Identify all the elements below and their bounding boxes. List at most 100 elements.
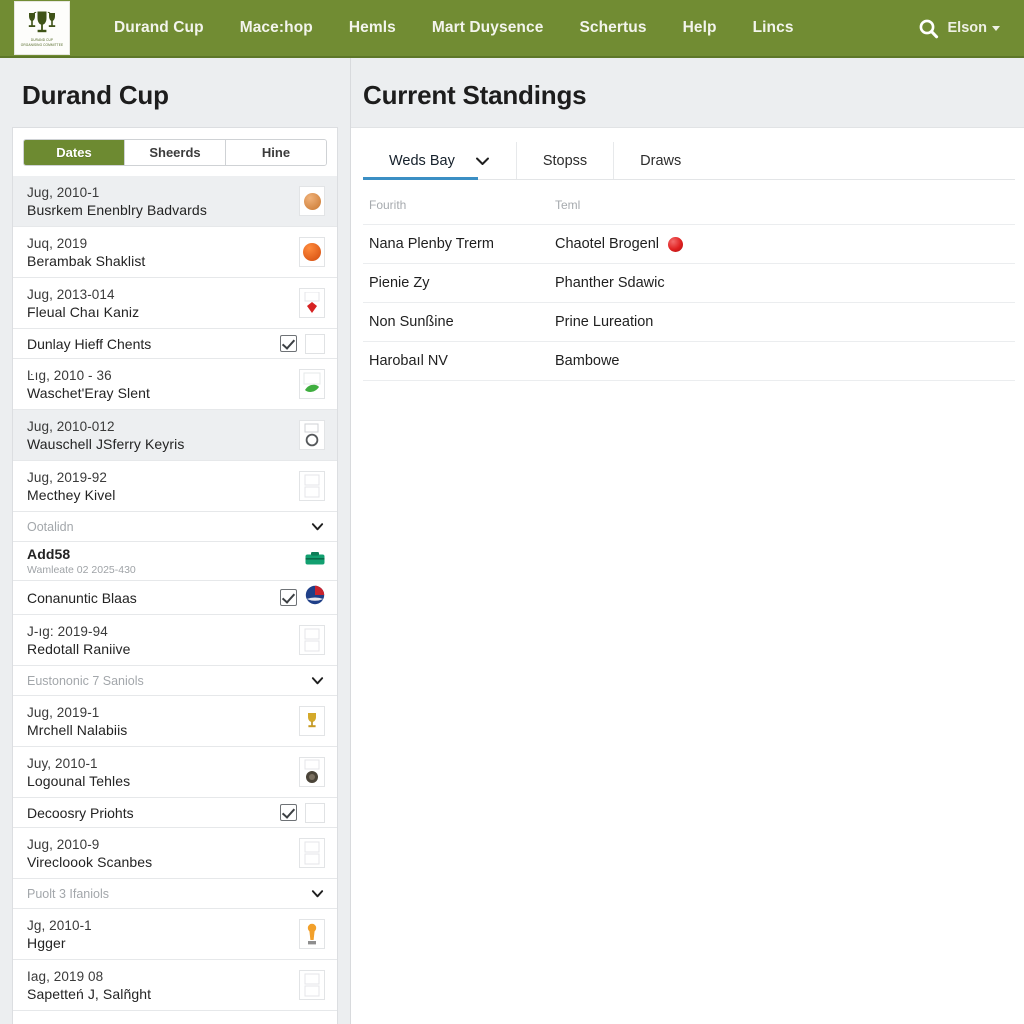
left-panel: Durand Cup Dates Sheerds Hine Jug, 2010-…: [0, 58, 351, 1024]
list-item-name: Wauschell JSferry Keyris: [27, 435, 185, 452]
list-item-name: Virecloook Scanbes: [27, 853, 153, 870]
list-item-name: Busrkem Enenblry Badvards: [27, 201, 207, 218]
list-item-name: Logounal Tehles: [27, 772, 131, 789]
nav-link-help[interactable]: Help: [665, 11, 735, 45]
cell-team-right-label: Chaotel Brogenl: [555, 236, 659, 252]
cell-team-right: Prine Lureation: [549, 302, 1015, 342]
list-item[interactable]: Jug, 2010-012 Wauschell JSferry Keyris: [13, 410, 337, 461]
chevron-down-icon[interactable]: [310, 673, 325, 688]
nav-link-mart-duysence[interactable]: Mart Duysence: [414, 11, 562, 45]
cell-team-left: Non Sunßine: [363, 302, 549, 342]
list-item-date: J-ıg: 2019-94: [27, 623, 108, 639]
list-item[interactable]: Ŀıg, 2010 - 36 Waschet'Eray Slent: [13, 359, 337, 410]
list-item-name: Dunlay Hieff Chents: [27, 335, 152, 352]
left-card: Dates Sheerds Hine Jug, 2010-1 Busrkem E…: [12, 127, 338, 1024]
segmented-control: Dates Sheerds Hine: [23, 139, 327, 166]
list-item-date: Juq, 2019: [27, 235, 88, 251]
list-item[interactable]: Juq, 2019 Berambak Shaklist: [13, 227, 337, 278]
list-item[interactable]: Jug, 2013-014 Fleual Chaı Kaniz: [13, 278, 337, 329]
nav-links: Durand Cup Mace:hop Hemls Mart Duysence …: [96, 11, 812, 45]
list-item[interactable]: Jg, 2010-1 Hgger: [13, 909, 337, 960]
list-item-name: Add58: [27, 546, 71, 562]
thumb-blank-box-icon: [305, 802, 325, 823]
avatar-green-leaf-icon: [299, 369, 325, 399]
list-group-header[interactable]: Eustononic 7 Saniols: [13, 666, 337, 696]
list-item[interactable]: Decoosry Priohts: [13, 798, 337, 828]
list-item[interactable]: Add58 Wamleate 02 2025-430: [13, 542, 337, 581]
nav-link-schertus[interactable]: Schertus: [561, 11, 664, 45]
chevron-down-icon[interactable]: [475, 156, 490, 166]
page-title: Durand Cup: [22, 80, 169, 110]
checkbox-checked-icon[interactable]: [280, 804, 297, 821]
checkbox-checked-icon[interactable]: [280, 589, 297, 606]
list-item[interactable]: Juy, 2010-1 Logounal Tehles: [13, 747, 337, 798]
nav-link-lincs[interactable]: Lincs: [735, 11, 812, 45]
table-row[interactable]: Non Sunßine Prine Lureation: [363, 302, 1015, 342]
tab-draws[interactable]: Draws: [614, 142, 707, 179]
checkbox-checked-icon[interactable]: [280, 335, 297, 352]
avatar-orange-round-icon: [299, 186, 325, 216]
cell-team-left: Harobaıl NV: [363, 341, 549, 381]
nav-link-durand-cup[interactable]: Durand Cup: [96, 11, 222, 45]
list-item[interactable]: Jug, 2010-1 Busrkem Enenblry Badvards: [13, 176, 337, 227]
list-item-name: Fleual Chaı Kaniz: [27, 303, 140, 320]
thumb-blank-box-icon: [299, 838, 325, 868]
segment-sheerds[interactable]: Sheerds: [125, 140, 226, 165]
brand-logo[interactable]: DURAND CUP ORGANISING COMMITTEE: [14, 1, 70, 55]
brand-crest-line2: ORGANISING COMMITTEE: [20, 43, 64, 47]
cell-team-right: Chaotel Brogenl: [549, 224, 1015, 264]
page-body: Durand Cup Dates Sheerds Hine Jug, 2010-…: [0, 58, 1024, 1024]
list-item[interactable]: Jug, 2019-1 Mrchell Nalabiis: [13, 696, 337, 747]
segment-hine[interactable]: Hine: [226, 140, 326, 165]
list-group-label: Puolt 3 Ifaniols: [27, 886, 109, 901]
chevron-down-icon[interactable]: [310, 519, 325, 534]
list-item[interactable]: Dunlay Hieff Chents: [13, 329, 337, 359]
list-item-name: Mecthey Kivel: [27, 486, 116, 503]
list-item-date: Jug, 2010-012: [27, 418, 115, 434]
list-group-label: Ootalidn: [27, 519, 74, 534]
thumb-blank-box-icon: [299, 471, 325, 501]
thumb-blank-box-icon: [299, 970, 325, 1000]
thumb-blank-box-icon: [305, 333, 325, 354]
nav-right-group: Elson: [918, 18, 1010, 39]
tab-weds-bay[interactable]: Weds Bay: [363, 142, 517, 180]
nav-link-maceshop[interactable]: Mace:hop: [222, 11, 331, 45]
table-row[interactable]: Nana Plenby Trerm Chaotel Brogenl: [363, 224, 1015, 264]
segmented-control-wrap: Dates Sheerds Hine: [13, 128, 337, 176]
list-item[interactable]: Jug, 2019-92 Mecthey Kivel: [13, 461, 337, 512]
nav-link-hemls[interactable]: Hemls: [331, 11, 414, 45]
list-item-name: Mrchell Nalabiis: [27, 721, 128, 738]
trophy-crest-icon: [28, 11, 56, 33]
list-item-name: Berambak Shaklist: [27, 252, 146, 269]
list-item-date: Ŀıg, 2010 - 36: [27, 367, 112, 383]
avatar-orange-ball-icon: [299, 237, 325, 267]
list-item-name: Hgger: [27, 934, 66, 951]
user-menu-label: Elson: [947, 20, 987, 36]
red-ball-icon: [668, 236, 683, 252]
column-header-teml: Teml: [549, 188, 1015, 225]
cell-team-left: Pienie Zy: [363, 263, 549, 303]
list-item-name: Sapetteń J, Salñght: [27, 985, 152, 1002]
list-group-header[interactable]: Ootalidn: [13, 512, 337, 542]
list-item-date: Jug, 2013-014: [27, 286, 115, 302]
standings-table-head: Fourith Teml: [363, 188, 1015, 225]
standings-table-body: Nana Plenby Trerm Chaotel Brogenl Pienie…: [363, 224, 1015, 381]
table-row[interactable]: Harobaıl NV Bambowe: [363, 341, 1015, 381]
list-item[interactable]: Iag, 2019 08 Sapetteń J, Salñght: [13, 960, 337, 1011]
list-item[interactable]: J-ıg: 2019-94 Redotall Raniive: [13, 615, 337, 666]
chevron-down-icon[interactable]: [310, 886, 325, 901]
table-row[interactable]: Pienie Zy Phanther Sdawic: [363, 263, 1015, 303]
list-item[interactable]: Jug, 2010-9 Virecloook Scanbes: [13, 828, 337, 879]
avatar-orange-marker-icon: [299, 919, 325, 949]
list-item-name: Waschet'Eray Slent: [27, 384, 151, 401]
avatar-grey-ring-icon: [299, 420, 325, 450]
cell-team-right: Bambowe: [549, 341, 1015, 381]
user-menu[interactable]: Elson: [948, 20, 1000, 36]
list-item[interactable]: Conanuntic Blaas: [13, 581, 337, 615]
segment-dates[interactable]: Dates: [24, 140, 125, 165]
tab-stopss[interactable]: Stopss: [517, 142, 615, 179]
badge-green-bag-icon: [305, 551, 325, 571]
tab-label: Stopss: [542, 152, 588, 169]
search-icon[interactable]: [918, 18, 939, 39]
list-group-header[interactable]: Puolt 3 Ifaniols: [13, 879, 337, 909]
